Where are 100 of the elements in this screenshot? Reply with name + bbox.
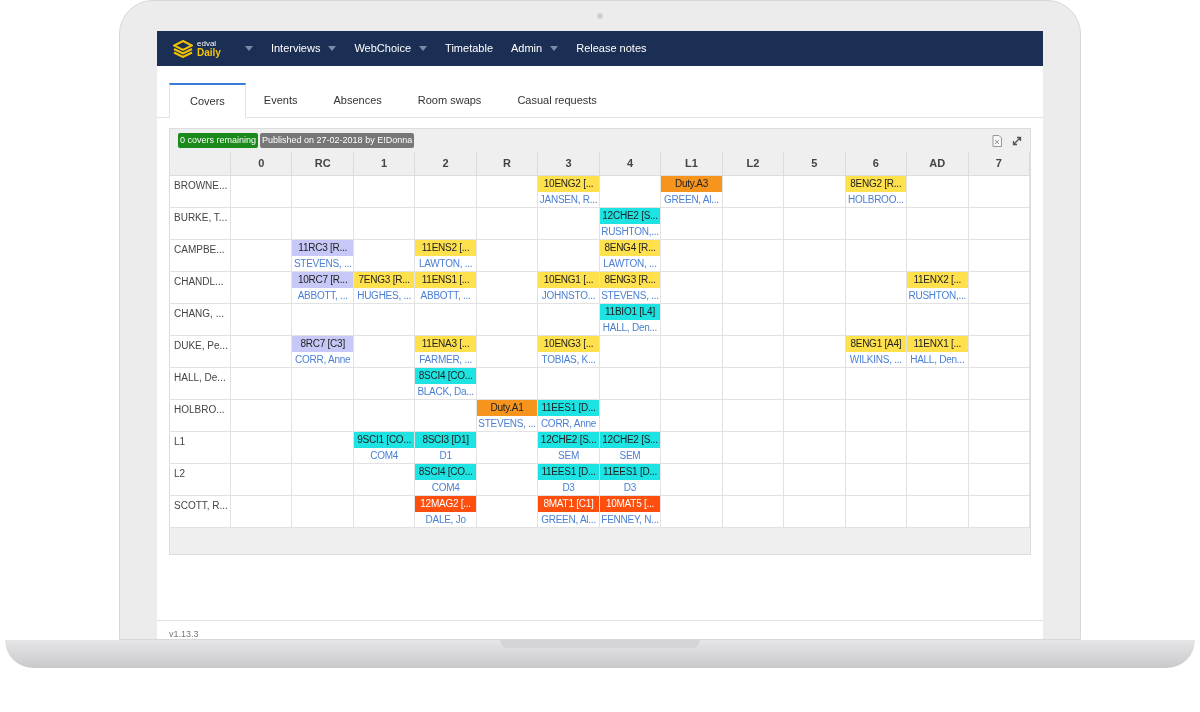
- column-header: 6: [845, 152, 908, 176]
- cover-teacher: RUSHTON,...: [907, 288, 968, 303]
- lesson-tag[interactable]: 11EES1 [D...: [538, 464, 599, 480]
- lesson-tag[interactable]: 11ENX2 [...: [907, 272, 968, 288]
- table-cell: [292, 176, 354, 208]
- status-badge: 0 covers remaining: [178, 132, 259, 149]
- table-cell: [845, 400, 908, 432]
- table-cell: [476, 304, 539, 336]
- lesson-tag[interactable]: 11EES1 [D...: [538, 400, 599, 416]
- column-header: L1: [661, 152, 723, 176]
- expand-icon[interactable]: [1012, 135, 1022, 146]
- version-label: v1.13.3: [169, 630, 199, 639]
- table-cell: [784, 368, 846, 400]
- lesson-tag[interactable]: 11ENS2 [...: [415, 240, 476, 256]
- lesson-tag[interactable]: 11ENS1 [...: [415, 272, 476, 288]
- column-header: 2: [415, 152, 477, 176]
- nav-menu-item[interactable]: Interviews: [270, 40, 337, 57]
- table-cell: [722, 208, 785, 240]
- nav-menu-item[interactable]: WebChoice: [354, 40, 428, 57]
- logo-icon: [173, 39, 193, 58]
- lesson-tag[interactable]: 11RC3 [R...: [292, 240, 353, 256]
- lesson-tag[interactable]: 11BIO1 [L4]: [599, 304, 661, 320]
- column-header: R: [476, 152, 539, 176]
- lesson-tag[interactable]: 10ENG2 [...: [538, 176, 599, 192]
- table-cell: [231, 464, 293, 496]
- table-cell: [722, 400, 785, 432]
- lesson-tag[interactable]: 8RC7 [C3]: [292, 336, 353, 352]
- status-badge: Published on 27-02-2018 by E!Donna: [260, 132, 415, 149]
- table-cell: [907, 400, 969, 432]
- cover-teacher: D1: [438, 448, 453, 463]
- cover-teacher: COM4: [430, 480, 461, 495]
- camera-icon: [597, 13, 603, 19]
- cover-teacher: SEM: [618, 448, 642, 463]
- lesson-tag[interactable]: 11EES1 [D...: [599, 464, 661, 480]
- cover-teacher: FARMER, ...: [418, 352, 473, 367]
- cover-teacher: COM4: [369, 448, 400, 463]
- lesson-tag[interactable]: 12CHE2 [S...: [599, 432, 661, 448]
- nav-menu-item[interactable]: Admin: [511, 40, 559, 57]
- column-header: 5: [784, 152, 846, 176]
- table-cell: [661, 400, 723, 432]
- cover-teacher: HOLBROO...: [846, 192, 905, 207]
- tab[interactable]: Covers: [169, 83, 246, 118]
- lesson-tag[interactable]: 8ENG3 [R...: [599, 272, 661, 288]
- excel-file-icon[interactable]: [992, 134, 1002, 147]
- table-cell: [231, 304, 293, 336]
- cover-teacher: BLACK, Da...: [416, 384, 475, 399]
- column-header: 4: [599, 152, 662, 176]
- cover-teacher: JANSEN, R...: [538, 192, 599, 207]
- cover-teacher: D3: [561, 480, 576, 495]
- teacher-name: L1: [170, 432, 231, 464]
- cover-teacher: JOHNSTO...: [540, 288, 597, 303]
- table-cell: [661, 336, 723, 368]
- cover-teacher: CORR, Anne: [294, 352, 352, 367]
- nav-menu-item[interactable]: Release notes: [576, 40, 647, 57]
- tab[interactable]: Events: [245, 83, 316, 117]
- teacher-name: HALL, De...: [170, 368, 231, 400]
- lesson-tag[interactable]: 8SCI4 [CO...: [415, 464, 476, 480]
- lesson-tag[interactable]: Duty.A3: [661, 176, 722, 192]
- column-header: 1: [353, 152, 416, 176]
- cover-teacher: HALL, Den...: [601, 320, 659, 335]
- column-header: 0: [231, 152, 293, 176]
- table-cell: [722, 272, 785, 304]
- teacher-name: BROWNE...: [170, 176, 231, 208]
- cover-teacher: STEVENS, ...: [477, 416, 537, 431]
- table-cell: [231, 400, 293, 432]
- table-cell: [784, 208, 846, 240]
- lesson-tag[interactable]: 10ENG1 [...: [538, 272, 599, 288]
- lesson-tag[interactable]: 8SCI4 [CO...: [415, 368, 476, 384]
- lesson-tag[interactable]: 11ENX1 [...: [907, 336, 968, 352]
- table-cell: [722, 240, 785, 272]
- table-cell: [231, 368, 293, 400]
- column-header: L2: [722, 152, 785, 176]
- lesson-tag[interactable]: 8ENG2 [R...: [845, 176, 907, 192]
- lesson-tag[interactable]: 12CHE2 [S...: [538, 432, 599, 448]
- lesson-tag[interactable]: 7ENG3 [R...: [353, 272, 415, 288]
- tab[interactable]: Casual requests: [499, 83, 615, 117]
- cover-teacher: GREEN, Al...: [663, 192, 720, 207]
- cover-teacher: HALL, Den...: [909, 352, 966, 367]
- lesson-tag[interactable]: 10RC7 [R...: [292, 272, 353, 288]
- lesson-tag[interactable]: Duty.A1: [476, 400, 538, 416]
- teacher-name: BURKE, T...: [170, 208, 231, 240]
- table-cell: [907, 432, 969, 464]
- lesson-tag[interactable]: 8SCI3 [D1]: [415, 432, 476, 448]
- table-cell: [784, 272, 846, 304]
- lesson-tag[interactable]: 10ENG3 [...: [538, 336, 599, 352]
- lesson-tag[interactable]: 12CHE2 [S...: [599, 208, 661, 224]
- table-cell: [353, 208, 416, 240]
- table-cell: [907, 208, 969, 240]
- lesson-tag[interactable]: 8ENG4 [R...: [599, 240, 661, 256]
- cover-teacher: SEM: [557, 448, 580, 463]
- lesson-tag[interactable]: 11ENA3 [...: [415, 336, 476, 352]
- column-header: AD: [907, 152, 969, 176]
- cover-teacher: DALE, Jo: [424, 512, 467, 527]
- table-cell: [661, 368, 723, 400]
- column-header: 3: [538, 152, 600, 176]
- lesson-tag[interactable]: 8ENG1 [A4]: [845, 336, 907, 352]
- tab[interactable]: Room swaps: [399, 83, 500, 117]
- tab[interactable]: Absences: [315, 83, 400, 117]
- lesson-tag[interactable]: 9SCI1 [CO...: [353, 432, 415, 448]
- nav-menu-item[interactable]: Timetable: [445, 40, 493, 57]
